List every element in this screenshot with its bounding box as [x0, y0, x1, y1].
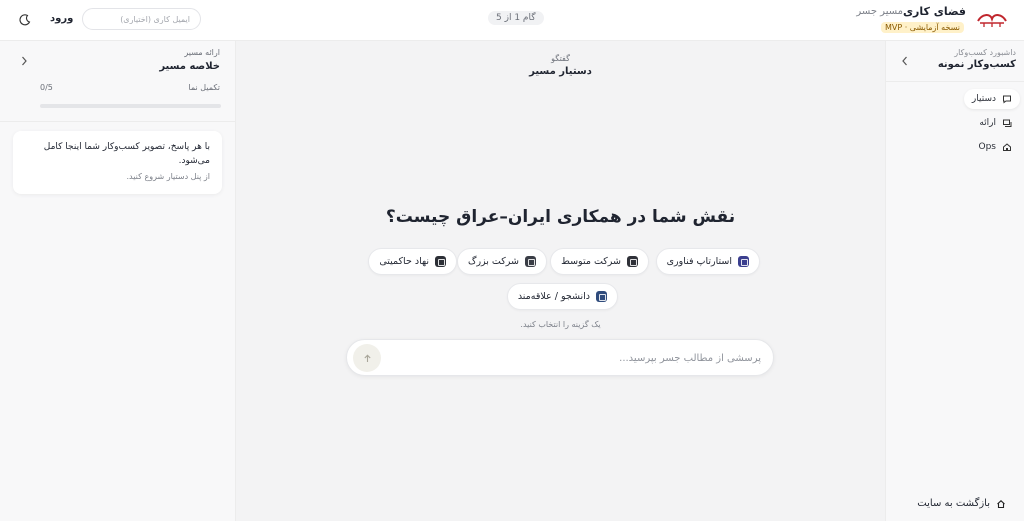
- option-large-company[interactable]: شرکت بزرگ: [456, 248, 547, 275]
- option-government[interactable]: نهاد حاکمیتی: [368, 248, 457, 275]
- sidebar-item-label: Ops: [978, 142, 997, 152]
- arrow-up-icon: [363, 354, 371, 362]
- send-button[interactable]: [353, 344, 381, 372]
- back-to-site-link[interactable]: بازگشت به سایت: [917, 498, 1006, 509]
- panel-subtitle: ارائه مسیر: [184, 48, 220, 57]
- chevron-left-icon[interactable]: [900, 55, 910, 67]
- option-label: استارتاپ فناوری: [666, 256, 732, 267]
- sidebar-item-ops[interactable]: Ops: [971, 137, 1021, 157]
- chat-title: دستیار مسیر: [529, 66, 592, 77]
- question-heading: نقش شما در همکاری ایران–عراق چیست؟: [385, 207, 736, 227]
- office-icon: [525, 256, 536, 267]
- startup-icon: [738, 256, 749, 267]
- chat-icon: [1003, 95, 1011, 104]
- message-composer: [346, 339, 774, 376]
- panel-title: خلاصه مسیر: [159, 61, 220, 72]
- back-link-label: بازگشت به سایت: [917, 498, 990, 509]
- sidebar: داشبورد کسب‌وکار کسب‌وکار نمونه دستیار ا…: [885, 41, 1024, 521]
- brand-subtitle: مسیر جسر: [856, 6, 903, 17]
- progress-bar: [40, 104, 221, 108]
- sidebar-item-label: دستیار: [971, 94, 996, 104]
- presentation-icon: [1003, 119, 1012, 127]
- chevron-right-icon[interactable]: [19, 55, 29, 67]
- message-input[interactable]: [401, 348, 761, 368]
- option-mid-company[interactable]: شرکت متوسط: [550, 248, 649, 275]
- moon-icon[interactable]: [18, 13, 32, 27]
- progress-count: 0/5: [40, 83, 53, 92]
- sidebar-title: کسب‌وکار نمونه: [937, 59, 1016, 70]
- sidebar-item-assistant[interactable]: دستیار: [963, 89, 1020, 109]
- version-badge: نسخه آزمایشی · MVP: [880, 22, 964, 33]
- login-button[interactable]: ورود: [50, 13, 73, 24]
- graduation-cap-icon: [596, 291, 607, 302]
- selection-hint: یک گزینه را انتخاب کنید.: [520, 320, 601, 329]
- brand-logo[interactable]: [976, 10, 1008, 30]
- path-summary-panel: ارائه مسیر خلاصه مسیر تکمیل نما 0/5 با ه…: [0, 41, 236, 521]
- option-label: شرکت بزرگ: [467, 256, 519, 267]
- summary-card: با هر پاسخ، تصویر کسب‌وکار شما اینجا کام…: [13, 131, 222, 194]
- option-label: نهاد حاکمیتی: [379, 256, 429, 267]
- option-student[interactable]: دانشجو / علاقه‌مند: [506, 283, 618, 310]
- progress-label: تکمیل نما: [188, 83, 220, 92]
- option-label: دانشجو / علاقه‌مند: [517, 291, 590, 302]
- option-tech-startup[interactable]: استارتاپ فناوری: [655, 248, 760, 275]
- building-icon: [627, 256, 638, 267]
- sidebar-item-presentation[interactable]: ارائه: [971, 113, 1020, 133]
- summary-card-hint: از پنل دستیار شروع کنید.: [126, 172, 210, 181]
- brand-title: فضای کاری: [902, 5, 966, 18]
- chat-area: گفتگو دستیار مسیر نقش شما در همکاری ایرا…: [236, 41, 885, 521]
- summary-card-text: با هر پاسخ، تصویر کسب‌وکار شما اینجا کام…: [43, 142, 210, 166]
- email-field[interactable]: [82, 8, 201, 30]
- government-icon: [435, 256, 446, 267]
- divider: [0, 121, 236, 122]
- ops-icon: [1003, 143, 1011, 151]
- chat-subtitle: گفتگو: [551, 54, 570, 63]
- option-label: شرکت متوسط: [561, 256, 621, 267]
- sidebar-item-label: ارائه: [979, 118, 996, 128]
- sidebar-subtitle: داشبورد کسب‌وکار: [954, 48, 1016, 57]
- step-indicator: گام 1 از 5: [488, 11, 544, 25]
- divider: [885, 81, 1024, 82]
- home-icon: [997, 499, 1005, 508]
- top-bar: فضای کاری مسیر جسر نسخه آزمایشی · MVP گا…: [0, 0, 1024, 41]
